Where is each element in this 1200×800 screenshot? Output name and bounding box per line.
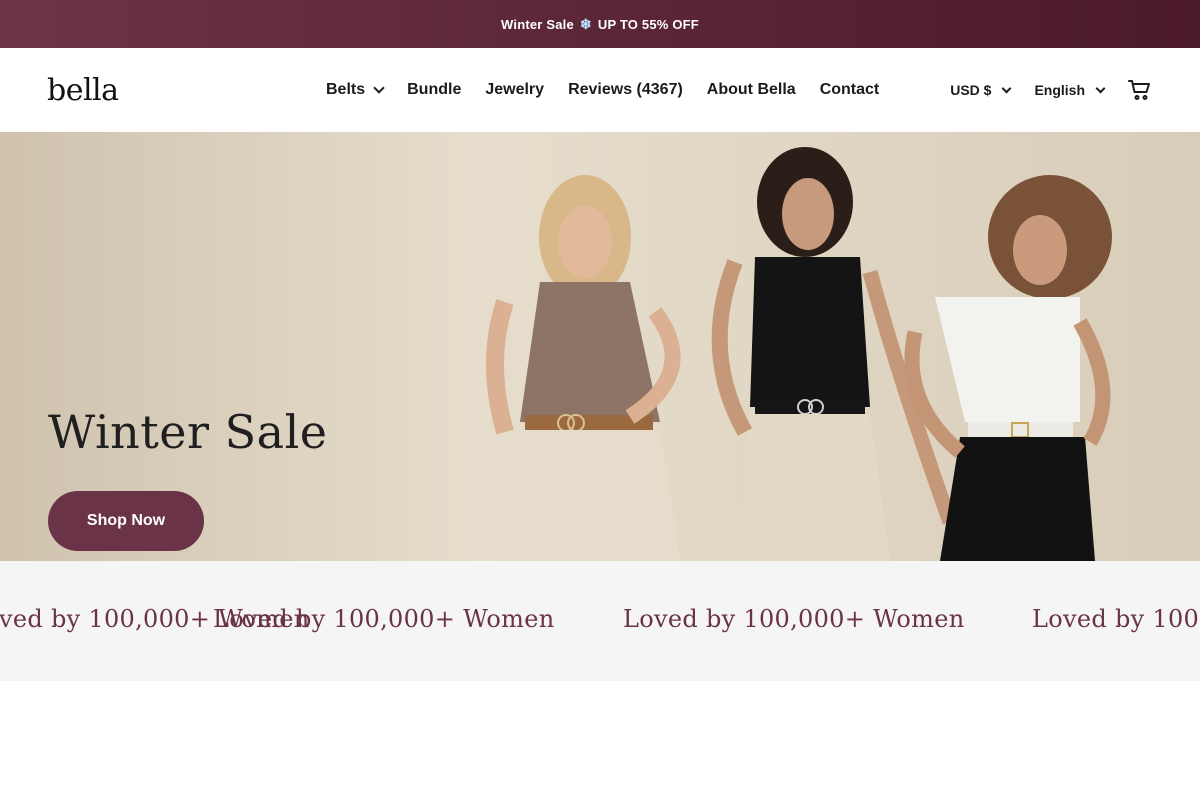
logo[interactable]: bella bbox=[47, 73, 119, 108]
chevron-down-icon bbox=[1001, 83, 1012, 93]
nav-bundle[interactable]: Bundle bbox=[407, 81, 461, 99]
cart-icon[interactable] bbox=[1128, 78, 1152, 102]
site-header: bella Belts Bundle Jewelry Reviews (4367… bbox=[0, 48, 1200, 132]
announcement-sale-text: Winter Sale bbox=[501, 16, 574, 32]
snowflake-icon: ❄ bbox=[579, 15, 592, 32]
nav-about[interactable]: About Bella bbox=[707, 81, 796, 99]
language-selector[interactable]: English bbox=[1034, 82, 1106, 98]
hero-banner: Winter Sale Shop Now bbox=[0, 132, 1200, 561]
currency-selector[interactable]: USD $ bbox=[950, 82, 1012, 98]
marquee-item: Loved by 100,000+ Women bbox=[213, 605, 555, 633]
main-nav: Belts Bundle Jewelry Reviews (4367) Abou… bbox=[326, 48, 879, 132]
language-label: English bbox=[1034, 82, 1085, 98]
marquee-item: Loved by 100,000+ Women bbox=[1032, 605, 1200, 633]
shop-now-button[interactable]: Shop Now bbox=[48, 491, 204, 551]
announcement-discount-text: UP TO 55% OFF bbox=[597, 16, 699, 32]
header-actions: USD $ English bbox=[950, 48, 1152, 132]
nav-belts-label: Belts bbox=[326, 81, 366, 98]
hero-title: Winter Sale bbox=[48, 405, 328, 459]
nav-jewelry[interactable]: Jewelry bbox=[485, 81, 544, 99]
nav-belts[interactable]: Belts bbox=[326, 81, 385, 99]
chevron-down-icon bbox=[1095, 83, 1106, 93]
announcement-bar: Winter Sale ❄ UP TO 55% OFF bbox=[0, 0, 1200, 48]
marquee-item: Loved by 100,000+ Women bbox=[623, 605, 965, 633]
nav-contact[interactable]: Contact bbox=[820, 81, 880, 99]
social-proof-marquee: Loved by 100,000+ Women Loved by 100,000… bbox=[0, 561, 1200, 681]
chevron-down-icon bbox=[373, 82, 385, 94]
nav-reviews[interactable]: Reviews (4367) bbox=[568, 81, 683, 99]
currency-label: USD $ bbox=[950, 82, 992, 98]
